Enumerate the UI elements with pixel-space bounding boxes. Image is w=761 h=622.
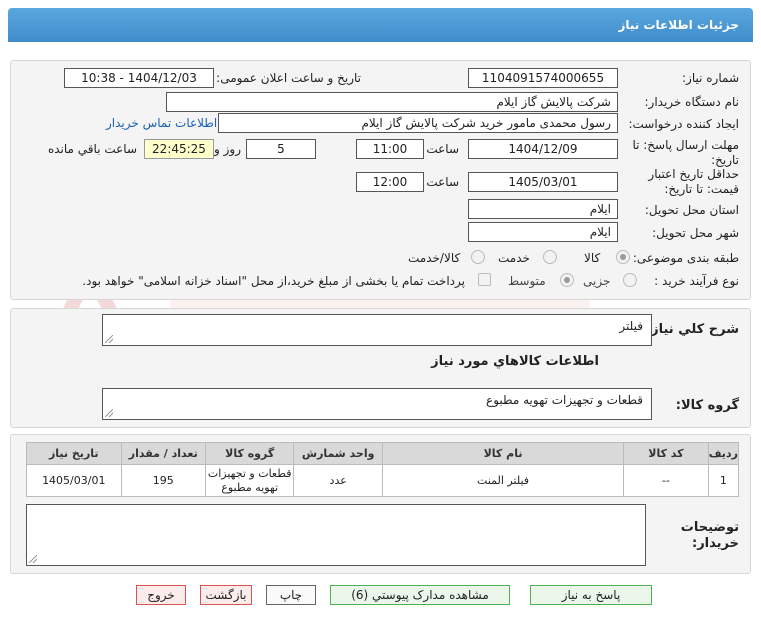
resize-handle-icon[interactable] — [105, 335, 113, 343]
goods-info-heading: اطلاعات كالاهاي مورد نياز — [431, 354, 599, 369]
process-option-minor: جزیی — [583, 274, 611, 288]
city-field: ایلام — [468, 222, 618, 242]
back-button[interactable]: بازگشت — [200, 585, 252, 605]
buyer-org-label: نام دستگاه خریدار: — [644, 95, 740, 109]
process-type-label: نوع فرآیند خرید : — [654, 274, 739, 288]
window-title: جزئیات اطلاعات نیاز — [8, 8, 753, 42]
category-option-goods-service: کالا/خدمت — [408, 251, 461, 265]
buyer-notes-label: توضیحات خریدار: — [681, 520, 739, 552]
announce-datetime-field: 1404/12/03 - 10:38 — [64, 68, 214, 88]
buyer-org-field: شرکت پالایش گاز ایلام — [166, 92, 618, 112]
creator-label: ایجاد کننده درخواست: — [628, 117, 739, 131]
category-radio-goods[interactable] — [616, 250, 630, 264]
buyer-notes-field[interactable] — [26, 504, 646, 566]
col-item-name: نام کالا — [381, 442, 625, 465]
reply-deadline-label-line2: تاریخ: — [711, 153, 739, 167]
resize-handle-icon[interactable] — [105, 409, 113, 417]
goods-group-field: قطعات و تجهیزات تهویه مطبوع — [102, 388, 652, 420]
cell-item-group: قطعات و تجهیزات تهویه مطبوع — [204, 464, 295, 497]
province-label: استان محل تحویل: — [644, 203, 739, 217]
category-option-service: خدمت — [498, 251, 530, 265]
validity-label-line2: قیمت: تا تاریخ: — [664, 182, 739, 196]
reply-deadline-label: مهلت ارسال پاسخ: تا تاریخ: — [632, 138, 739, 168]
province-field: ایلام — [468, 199, 618, 219]
exit-button[interactable]: خروج — [136, 585, 186, 605]
col-quantity: تعداد / مقدار — [120, 442, 206, 465]
items-table: ردیف کد کالا نام کالا واحد شمارش گروه کا… — [26, 442, 740, 497]
validity-date-field: 1405/03/01 — [468, 172, 618, 192]
reply-date-field: 1404/12/09 — [468, 139, 618, 159]
days-and-label: روز و — [214, 142, 241, 156]
validity-time-label: ساعت — [426, 175, 459, 189]
category-label: طبقه بندی موضوعی: — [632, 251, 739, 265]
cell-item-code: -- — [623, 464, 709, 497]
print-button[interactable]: چاپ — [266, 585, 316, 605]
view-attachments-button[interactable]: مشاهده مدارک پیوستي (6) — [330, 585, 510, 605]
cell-unit: عدد — [293, 464, 383, 497]
overall-desc-label: شرح کلي نياز: — [645, 322, 739, 337]
city-label: شهر محل تحویل: — [652, 226, 739, 240]
remaining-label: ساعت باقي مانده — [47, 142, 137, 156]
need-number-label: شماره نیاز: — [682, 71, 739, 85]
treasury-payment-note: پرداخت تمام یا بخشی از مبلغ خرید،از محل … — [82, 274, 465, 288]
reply-deadline-label-line1: مهلت ارسال پاسخ: تا — [632, 138, 739, 152]
validity-time-field: 12:00 — [356, 172, 424, 192]
reply-countdown-field: 22:45:25 — [144, 139, 214, 159]
announce-datetime-label: تاریخ و ساعت اعلان عمومی: — [216, 71, 361, 85]
overall-desc-field: فیلتر — [102, 314, 652, 346]
buyer-notes-label-line1: توضیحات — [680, 520, 739, 535]
reply-button[interactable]: پاسخ به نیاز — [530, 585, 652, 605]
goods-group-text: قطعات و تجهیزات تهویه مطبوع — [486, 393, 643, 407]
reply-time-label: ساعت — [426, 142, 459, 156]
category-radio-service[interactable] — [543, 250, 557, 264]
items-table-header: ردیف کد کالا نام کالا واحد شمارش گروه کا… — [26, 442, 740, 465]
process-option-medium: متوسط — [508, 274, 546, 288]
validity-label: حداقل تاریخ اعتبار قیمت: تا تاریخ: — [648, 167, 739, 197]
reply-days-field: 5 — [246, 139, 316, 159]
need-number-field: 1104091574000655 — [468, 68, 618, 88]
reply-time-field: 11:00 — [356, 139, 424, 159]
cell-item-name: فیلتر المنت — [381, 464, 625, 497]
overall-desc-text: فیلتر — [619, 319, 643, 333]
treasury-payment-checkbox[interactable] — [478, 273, 491, 286]
cell-quantity: 195 — [120, 464, 206, 497]
buyer-notes-label-line2: خریدار: — [692, 536, 739, 551]
col-item-code: کد کالا — [623, 442, 709, 465]
resize-handle-icon[interactable] — [29, 555, 37, 563]
validity-label-line1: حداقل تاریخ اعتبار — [648, 167, 739, 181]
table-row: 1 -- فیلتر المنت عدد قطعات و تجهیزات تهو… — [26, 464, 740, 497]
creator-field: رسول محمدی مامور خرید شرکت پالایش گاز ای… — [218, 113, 618, 133]
col-row-number: ردیف — [707, 442, 740, 465]
process-radio-minor[interactable] — [623, 273, 637, 287]
buyer-contact-link[interactable]: اطلاعات تماس خریدار — [106, 116, 217, 130]
category-option-goods: کالا — [584, 251, 601, 265]
col-need-date: تاریخ نیاز — [26, 442, 122, 465]
goods-group-label: گروه کالا: — [675, 398, 739, 413]
category-radio-goods-service[interactable] — [471, 250, 485, 264]
col-unit: واحد شمارش — [293, 442, 383, 465]
col-item-group: گروه کالا — [204, 442, 295, 465]
process-radio-medium[interactable] — [560, 273, 574, 287]
cell-row-number: 1 — [707, 464, 740, 497]
cell-need-date: 1405/03/01 — [26, 464, 122, 497]
